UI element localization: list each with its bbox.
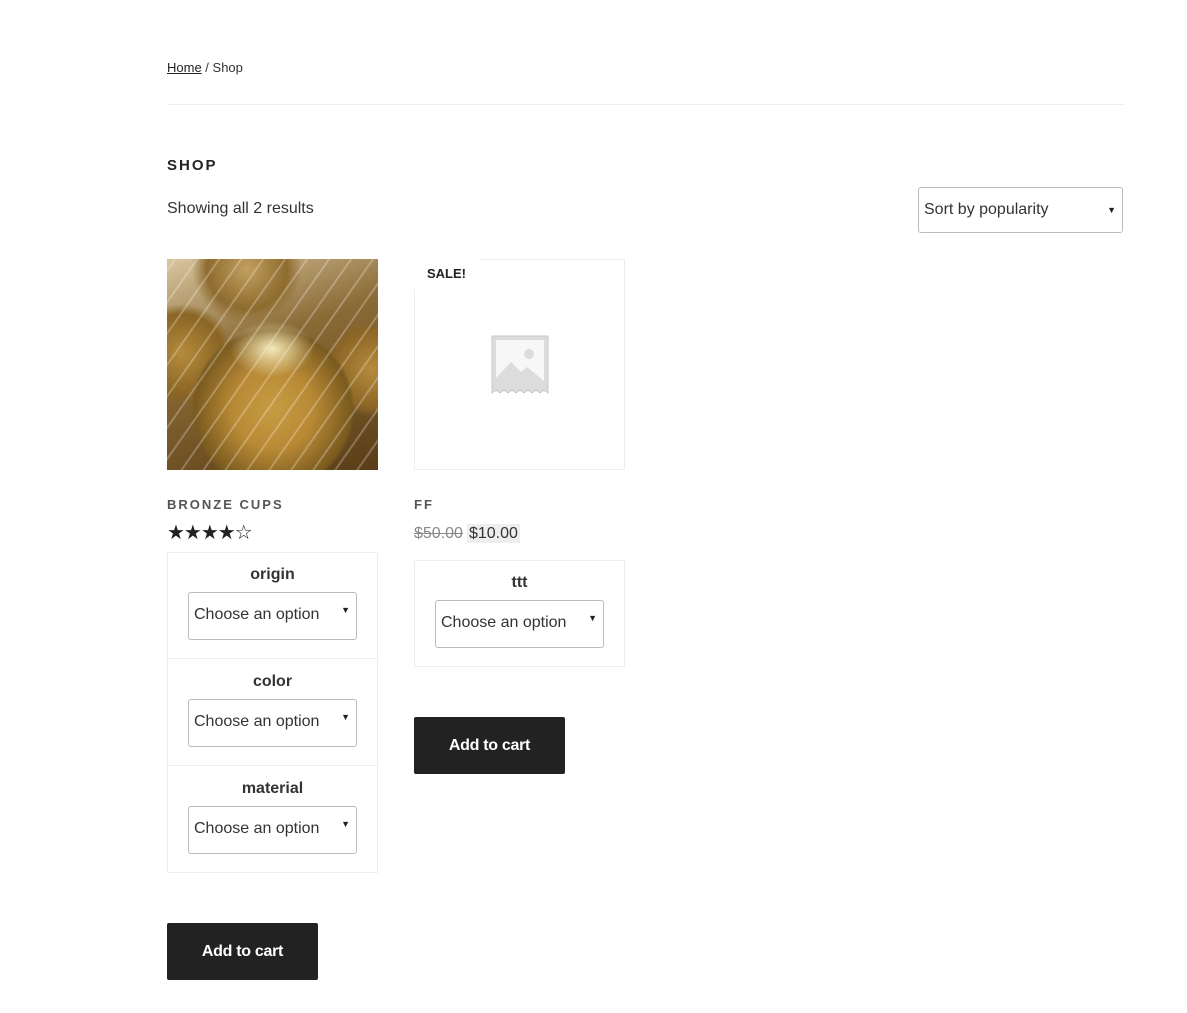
select-value: Choose an option	[441, 614, 567, 631]
ttt-select[interactable]: Choose an option ▼	[435, 600, 604, 648]
chevron-down-icon: ▼	[341, 712, 350, 722]
variation-row: origin Choose an option ▼	[167, 552, 378, 659]
variation-row: color Choose an option ▼	[167, 658, 378, 766]
regular-price: $50.00	[414, 525, 463, 542]
product-title[interactable]: FF	[414, 497, 434, 512]
chevron-down-icon: ▼	[341, 819, 350, 829]
variation-row: ttt Choose an option ▼	[414, 560, 625, 667]
image-overlay	[167, 259, 378, 470]
breadcrumb-separator: /	[201, 60, 213, 75]
divider	[167, 104, 1125, 105]
variation-label: origin	[250, 566, 295, 583]
variation-label: color	[252, 673, 293, 690]
star-rating: ★★★★☆	[167, 522, 253, 544]
select-value: Choose an option	[194, 713, 320, 730]
color-select[interactable]: Choose an option ▼	[188, 699, 357, 747]
placeholder-image-icon	[491, 335, 549, 394]
sale-price: $10.00	[466, 524, 520, 543]
price: $50.00 $10.00	[414, 524, 520, 543]
breadcrumb-current: Shop	[212, 60, 243, 75]
product-image[interactable]	[414, 259, 625, 470]
sort-select[interactable]: Sort by popularity ▼	[918, 187, 1123, 233]
breadcrumb: Home / Shop	[167, 60, 243, 75]
chevron-down-icon: ▼	[1107, 205, 1116, 215]
chevron-down-icon: ▼	[341, 605, 350, 615]
add-to-cart-button[interactable]: Add to cart	[414, 717, 565, 774]
variation-row: material Choose an option ▼	[167, 765, 378, 873]
origin-select[interactable]: Choose an option ▼	[188, 592, 357, 640]
variation-label: material	[241, 780, 304, 797]
select-value: Choose an option	[194, 820, 320, 837]
variation-label: ttt	[511, 574, 528, 591]
sort-select-value: Sort by popularity	[924, 201, 1049, 218]
add-to-cart-button[interactable]: Add to cart	[167, 923, 318, 980]
sale-badge: SALE!	[414, 259, 479, 289]
material-select[interactable]: Choose an option ▼	[188, 806, 357, 854]
product-title[interactable]: BRONZE CUPS	[167, 497, 284, 512]
product-image[interactable]	[167, 259, 378, 470]
chevron-down-icon: ▼	[588, 613, 597, 623]
page-title: SHOP	[167, 157, 218, 174]
breadcrumb-home-link[interactable]: Home	[167, 60, 202, 75]
select-value: Choose an option	[194, 606, 320, 623]
result-count: Showing all 2 results	[167, 200, 314, 217]
